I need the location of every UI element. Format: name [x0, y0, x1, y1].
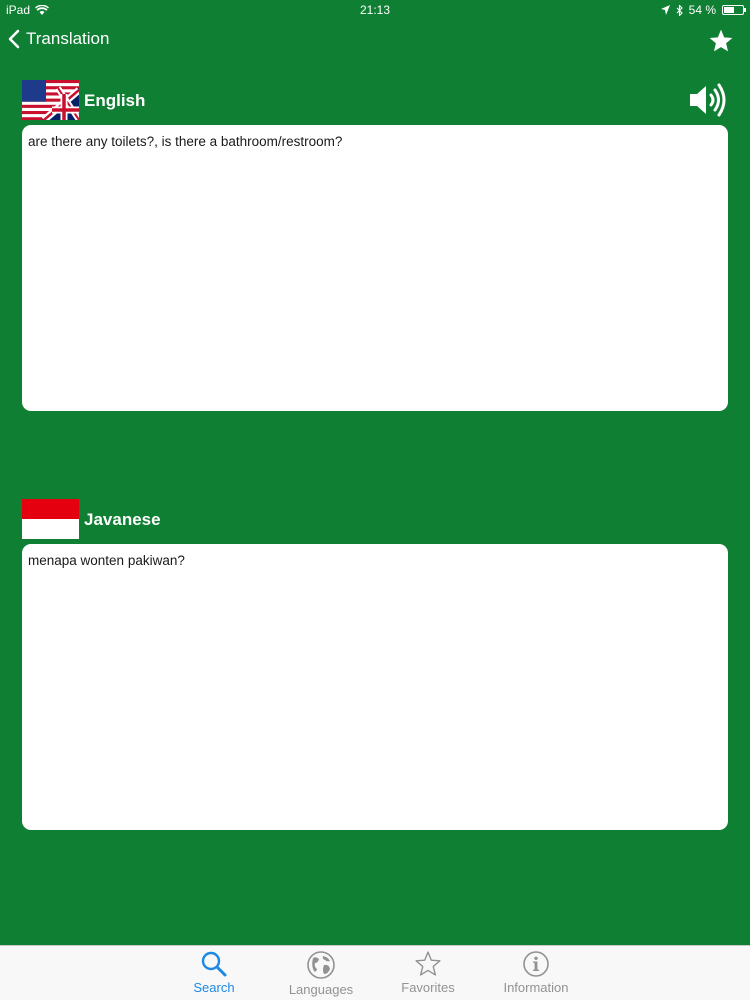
- tab-favorites[interactable]: Favorites: [378, 950, 478, 995]
- speaker-button[interactable]: [688, 83, 728, 117]
- tab-information[interactable]: Information: [486, 950, 586, 995]
- us-uk-flag-icon: [22, 80, 79, 120]
- back-button[interactable]: Translation: [8, 29, 109, 49]
- source-text-box[interactable]: are there any toilets?, is there a bathr…: [22, 125, 728, 411]
- status-bar: iPad 21:13 54 %: [0, 0, 750, 20]
- tab-languages[interactable]: Languages: [271, 950, 371, 997]
- globe-icon: [307, 951, 335, 979]
- tab-search-label: Search: [193, 980, 235, 995]
- indonesia-flag-icon: [22, 499, 79, 539]
- target-language-name: Javanese: [84, 510, 161, 529]
- tab-favorites-label: Favorites: [401, 980, 455, 995]
- tab-languages-label: Languages: [288, 982, 354, 997]
- navigation-bar: Translation: [0, 20, 750, 64]
- star-outline-icon: [415, 951, 441, 976]
- bluetooth-icon: [676, 4, 683, 16]
- search-icon: [201, 951, 227, 977]
- target-language-header: Javanese: [22, 499, 728, 541]
- chevron-left-icon: [8, 29, 20, 49]
- tab-bar: Search Languages Favorites Information: [0, 945, 750, 1000]
- star-icon: [709, 29, 733, 52]
- battery-icon: [722, 5, 746, 15]
- tab-information-label: Information: [503, 980, 569, 995]
- battery-level: [724, 7, 734, 13]
- status-time: 21:13: [359, 3, 391, 17]
- speaker-icon: [690, 83, 726, 117]
- source-language-header: English: [22, 80, 728, 122]
- favorite-button[interactable]: [708, 28, 734, 54]
- status-right: 54 %: [660, 3, 746, 17]
- battery-percentage: 54 %: [688, 3, 716, 17]
- target-text: menapa wonten pakiwan?: [28, 553, 185, 568]
- info-icon: [523, 951, 549, 977]
- tab-search[interactable]: Search: [164, 950, 264, 995]
- source-language-name: English: [84, 91, 146, 110]
- source-text: are there any toilets?, is there a bathr…: [28, 134, 343, 149]
- target-text-box[interactable]: menapa wonten pakiwan?: [22, 544, 728, 830]
- location-arrow-icon: [660, 5, 670, 15]
- back-button-label: Translation: [26, 29, 110, 48]
